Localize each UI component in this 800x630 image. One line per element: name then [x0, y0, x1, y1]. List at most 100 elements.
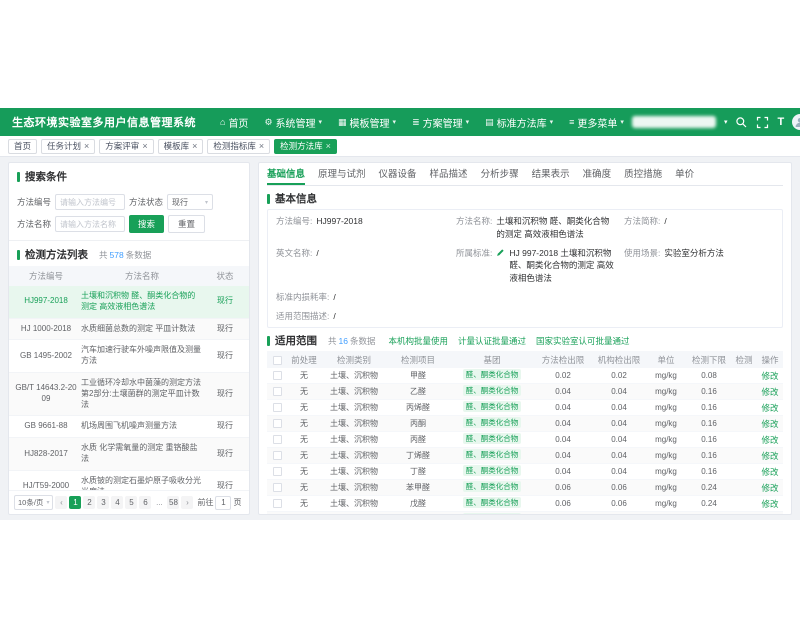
avatar[interactable]	[792, 114, 800, 130]
goto-page: 前往 页	[197, 496, 241, 510]
page-button[interactable]: 58	[167, 496, 179, 509]
method-code-input[interactable]	[55, 194, 125, 210]
page-button[interactable]: 6	[139, 496, 151, 509]
edit-row-link[interactable]: 修改	[755, 466, 783, 478]
search-icon[interactable]	[735, 116, 748, 129]
close-icon[interactable]: ×	[326, 142, 331, 151]
nav-item[interactable]: ⚙ 系统管理 ▾	[256, 108, 330, 136]
scope-row: 无 土壤、沉积物 正戊醛 醛、酮类化合物 0.06 0.06 mg/kg 0.2…	[267, 512, 783, 514]
page-button[interactable]: 1	[69, 496, 81, 509]
method-row[interactable]: GB/T 14643.2-2009 工业循环冷却水中菌藻的测定方法第2部分:土壤…	[9, 373, 249, 416]
method-row[interactable]: HJ/T59-2000 水质铍的测定石墨炉原子吸收分光光度法 现行	[9, 471, 249, 490]
detail-tab[interactable]: 基础信息	[267, 163, 305, 185]
scope-section-header: 适用范围 共 16 条数据 本机构批量使用计量认证批量通过国家实验室认可批量通过	[267, 328, 783, 351]
category-cell: 土壤、沉积物	[321, 466, 387, 477]
edit-row-link[interactable]: 修改	[755, 370, 783, 382]
nav-item[interactable]: ≡ 更多菜单 ▾	[561, 108, 632, 136]
nav-item[interactable]: ≣ 方案管理 ▾	[404, 108, 477, 136]
method-status-select[interactable]: 现行 ▾	[167, 194, 213, 210]
row-checkbox[interactable]	[273, 371, 282, 380]
section-accent-bar	[267, 336, 270, 346]
method-row[interactable]: HJ 1000-2018 水质细菌总数的测定 平皿计数法 现行	[9, 319, 249, 341]
chevron-down-icon: ▾	[205, 199, 208, 206]
row-checkbox[interactable]	[273, 499, 282, 508]
batch-action-link[interactable]: 计量认证批量通过	[458, 335, 526, 347]
chevron-down-icon: ▾	[319, 118, 323, 126]
search-form: 方法编号 方法状态 现行 ▾ 方法名称 搜索 重置	[9, 188, 249, 241]
edit-row-link[interactable]: 修改	[755, 386, 783, 398]
close-icon[interactable]: ×	[84, 142, 89, 151]
method-row[interactable]: HJ828-2017 水质 化学需氧量的测定 重铬酸盐法 现行	[9, 438, 249, 471]
edit-icon[interactable]	[496, 248, 505, 257]
edit-row-link[interactable]: 修改	[755, 450, 783, 462]
view-tab[interactable]: 任务计划 ×	[41, 139, 95, 154]
edit-row-link[interactable]: 修改	[755, 402, 783, 414]
batch-action-link[interactable]: 本机构批量使用	[389, 335, 449, 347]
goto-page-input[interactable]	[215, 496, 231, 510]
group-tag: 醛、酮类化合物	[463, 433, 522, 444]
detail-tab[interactable]: 仪器设备	[379, 163, 417, 185]
page-button[interactable]: 5	[125, 496, 137, 509]
page-size-select[interactable]: 10条/页 ▾	[14, 495, 53, 510]
view-tab[interactable]: 检测指标库 ×	[207, 139, 270, 154]
view-tab[interactable]: 检测方法库 ×	[274, 139, 337, 154]
scope-row: 无 土壤、沉积物 戊醛 醛、酮类化合物 0.06 0.06 mg/kg 0.24…	[267, 496, 783, 512]
item-cell: 甲醛	[387, 370, 449, 381]
font-size-icon[interactable]: T	[777, 117, 784, 128]
page-button[interactable]: 3	[97, 496, 109, 509]
nav-item[interactable]: ▦ 模板管理 ▾	[330, 108, 404, 136]
lower-limit-cell: 0.08	[685, 371, 733, 380]
close-icon[interactable]: ×	[259, 142, 264, 151]
fullscreen-icon[interactable]	[756, 116, 769, 129]
group-cell: 醛、酮类化合物	[449, 417, 535, 430]
detail-tab[interactable]: 结果表示	[532, 163, 570, 185]
close-icon[interactable]: ×	[142, 142, 147, 151]
detail-tab[interactable]: 分析步骤	[481, 163, 519, 185]
edit-row-link[interactable]: 修改	[755, 482, 783, 494]
method-code: GB/T 14643.2-2009	[15, 383, 77, 405]
row-checkbox[interactable]	[273, 387, 282, 396]
view-tab[interactable]: 模板库 ×	[158, 139, 204, 154]
search-button[interactable]: 搜索	[129, 215, 164, 233]
row-checkbox[interactable]	[273, 483, 282, 492]
method-row[interactable]: HJ997-2018 土壤和沉积物 醛、酮类化合物的测定 高效液相色谱法 现行	[9, 286, 249, 319]
category-cell: 土壤、沉积物	[321, 434, 387, 445]
group-tag: 醛、酮类化合物	[463, 417, 522, 428]
nav-item[interactable]: ⌂ 首页 ▾	[212, 108, 256, 136]
detail-tab[interactable]: 原理与试剂	[318, 163, 366, 185]
row-checkbox[interactable]	[273, 435, 282, 444]
row-checkbox[interactable]	[273, 403, 282, 412]
next-page-button[interactable]: ›	[181, 496, 193, 509]
item-cell: 戊醛	[387, 498, 449, 509]
lower-limit-cell: 0.16	[685, 387, 733, 396]
item-cell: 乙醛	[387, 386, 449, 397]
detail-tab[interactable]: 单价	[675, 163, 694, 185]
row-checkbox[interactable]	[273, 451, 282, 460]
detail-tab[interactable]: 准确度	[583, 163, 612, 185]
page-button[interactable]: 4	[111, 496, 123, 509]
unit-cell: mg/kg	[647, 467, 685, 476]
edit-row-link[interactable]: 修改	[755, 418, 783, 430]
detail-tab[interactable]: 质控措施	[624, 163, 662, 185]
view-tab[interactable]: 首页 ×	[8, 139, 37, 154]
edit-row-link[interactable]: 修改	[755, 498, 783, 510]
lower-limit-cell: 0.24	[685, 499, 733, 508]
method-name-input[interactable]	[55, 216, 125, 232]
close-icon[interactable]: ×	[192, 142, 197, 151]
method-row[interactable]: GB 9661-88 机场周围飞机噪声测量方法 现行	[9, 416, 249, 438]
edit-row-link[interactable]: 修改	[755, 434, 783, 446]
page-button[interactable]: 2	[83, 496, 95, 509]
page-button[interactable]: ...	[153, 496, 165, 509]
prev-page-button[interactable]: ‹	[55, 496, 67, 509]
select-all-checkbox[interactable]	[273, 356, 282, 365]
reset-button[interactable]: 重置	[168, 215, 205, 233]
view-tab[interactable]: 方案评审 ×	[99, 139, 153, 154]
row-checkbox[interactable]	[273, 467, 282, 476]
scope-table-body: 无 土壤、沉积物 甲醛 醛、酮类化合物 0.02 0.02 mg/kg 0.08…	[267, 368, 783, 514]
row-checkbox[interactable]	[273, 419, 282, 428]
method-list-rows: HJ997-2018 土壤和沉积物 醛、酮类化合物的测定 高效液相色谱法 现行 …	[9, 286, 249, 490]
batch-action-link[interactable]: 国家实验室认可批量通过	[536, 335, 630, 347]
nav-item[interactable]: ▤ 标准方法库 ▾	[477, 108, 561, 136]
detail-tab[interactable]: 样品描述	[430, 163, 468, 185]
method-row[interactable]: GB 1495-2002 汽车加速行驶车外噪声限值及测量方法 现行	[9, 340, 249, 373]
